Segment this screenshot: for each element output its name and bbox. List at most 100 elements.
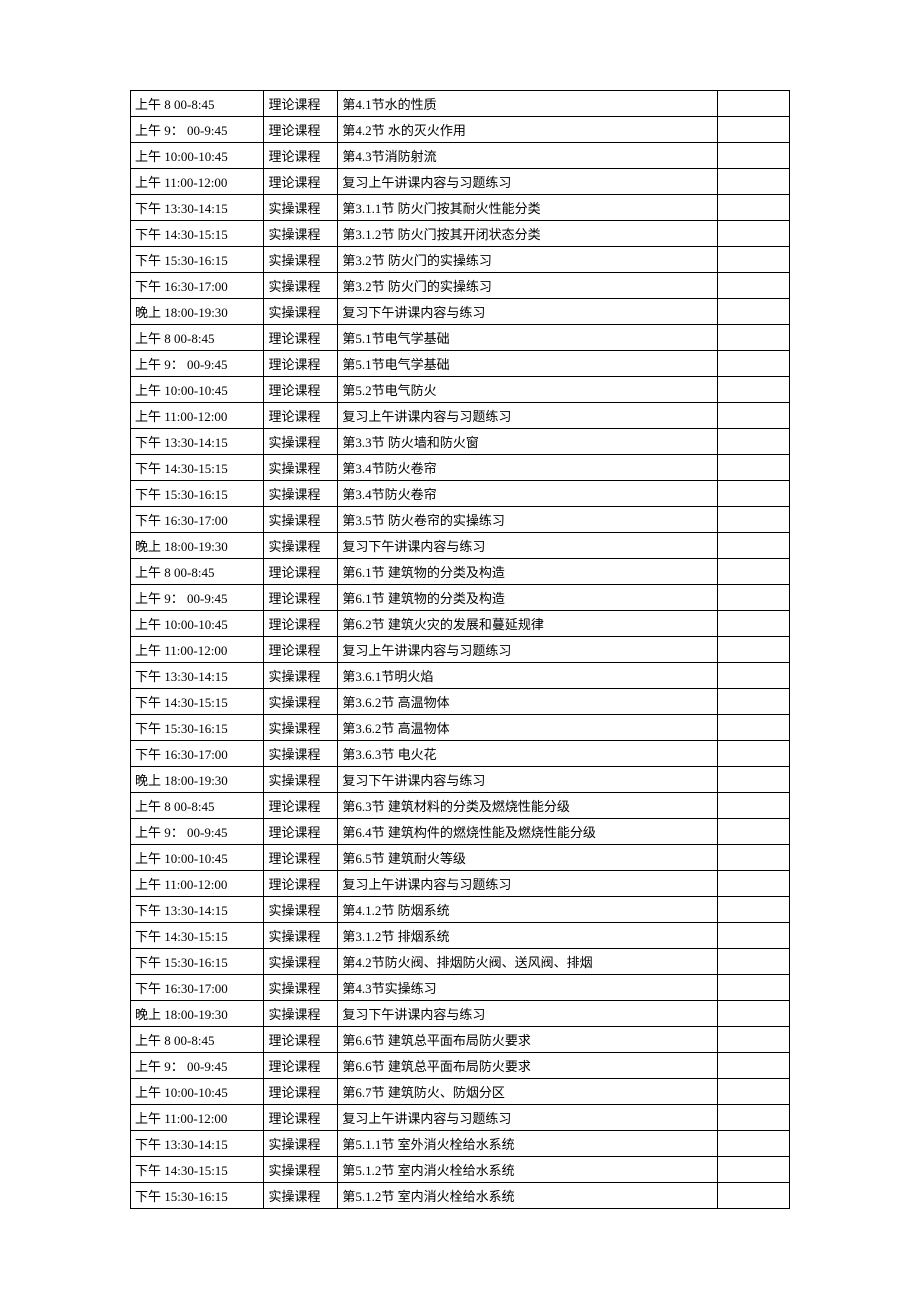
cell-empty (718, 533, 790, 559)
cell-time: 下午 14:30-15:15 (131, 221, 264, 247)
cell-type: 理论课程 (264, 143, 338, 169)
cell-time: 上午 9： 00-9:45 (131, 351, 264, 377)
cell-time: 上午 11:00-12:00 (131, 1105, 264, 1131)
table-row: 下午 13:30-14:15实操课程第3.3节 防火墙和防火窗 (131, 429, 790, 455)
cell-type: 理论课程 (264, 585, 338, 611)
cell-time: 上午 8 00-8:45 (131, 325, 264, 351)
cell-empty (718, 1027, 790, 1053)
cell-time: 上午 8 00-8:45 (131, 559, 264, 585)
cell-content: 第4.1.2节 防烟系统 (338, 897, 718, 923)
cell-empty (718, 455, 790, 481)
cell-time: 上午 8 00-8:45 (131, 793, 264, 819)
cell-content: 复习上午讲课内容与习题练习 (338, 403, 718, 429)
cell-content: 第6.3节 建筑材料的分类及燃烧性能分级 (338, 793, 718, 819)
cell-time: 下午 16:30-17:00 (131, 273, 264, 299)
cell-content: 第6.2节 建筑火灾的发展和蔓延规律 (338, 611, 718, 637)
cell-empty (718, 117, 790, 143)
table-row: 上午 10:00-10:45理论课程第6.7节 建筑防火、防烟分区 (131, 1079, 790, 1105)
schedule-table: 上午 8 00-8:45理论课程第4.1节水的性质上午 9： 00-9:45理论… (130, 90, 790, 1209)
cell-content: 第5.1.2节 室内消火栓给水系统 (338, 1157, 718, 1183)
table-row: 下午 14:30-15:15实操课程第3.6.2节 高温物体 (131, 689, 790, 715)
table-row: 下午 16:30-17:00实操课程第3.5节 防火卷帘的实操练习 (131, 507, 790, 533)
cell-content: 第3.1.1节 防火门按其耐火性能分类 (338, 195, 718, 221)
cell-time: 上午 10:00-10:45 (131, 143, 264, 169)
cell-type: 实操课程 (264, 975, 338, 1001)
table-row: 下午 13:30-14:15实操课程第4.1.2节 防烟系统 (131, 897, 790, 923)
cell-content: 复习上午讲课内容与习题练习 (338, 1105, 718, 1131)
cell-time: 上午 10:00-10:45 (131, 611, 264, 637)
cell-content: 第6.6节 建筑总平面布局防火要求 (338, 1053, 718, 1079)
cell-empty (718, 1001, 790, 1027)
cell-time: 下午 16:30-17:00 (131, 975, 264, 1001)
cell-type: 理论课程 (264, 1079, 338, 1105)
cell-time: 下午 14:30-15:15 (131, 923, 264, 949)
cell-type: 实操课程 (264, 1183, 338, 1209)
table-row: 下午 14:30-15:15实操课程第3.1.2节 排烟系统 (131, 923, 790, 949)
table-row: 上午 8 00-8:45理论课程第4.1节水的性质 (131, 91, 790, 117)
cell-empty (718, 923, 790, 949)
cell-empty (718, 741, 790, 767)
table-row: 晚上 18:00-19:30实操课程复习下午讲课内容与练习 (131, 533, 790, 559)
table-row: 上午 10:00-10:45理论课程第4.3节消防射流 (131, 143, 790, 169)
cell-empty (718, 91, 790, 117)
table-row: 下午 14:30-15:15实操课程第5.1.2节 室内消火栓给水系统 (131, 1157, 790, 1183)
cell-time: 下午 16:30-17:00 (131, 741, 264, 767)
table-row: 上午 9： 00-9:45理论课程第6.6节 建筑总平面布局防火要求 (131, 1053, 790, 1079)
cell-empty (718, 1183, 790, 1209)
cell-content: 第6.1节 建筑物的分类及构造 (338, 585, 718, 611)
cell-time: 上午 10:00-10:45 (131, 1079, 264, 1105)
cell-type: 理论课程 (264, 637, 338, 663)
table-row: 晚上 18:00-19:30实操课程复习下午讲课内容与练习 (131, 299, 790, 325)
cell-content: 第4.3节实操练习 (338, 975, 718, 1001)
cell-empty (718, 897, 790, 923)
cell-content: 第4.1节水的性质 (338, 91, 718, 117)
cell-empty (718, 1079, 790, 1105)
table-row: 下午 16:30-17:00实操课程第3.6.3节 电火花 (131, 741, 790, 767)
cell-time: 上午 10:00-10:45 (131, 377, 264, 403)
cell-content: 第3.3节 防火墙和防火窗 (338, 429, 718, 455)
cell-content: 第3.6.3节 电火花 (338, 741, 718, 767)
cell-time: 下午 13:30-14:15 (131, 897, 264, 923)
cell-type: 理论课程 (264, 1053, 338, 1079)
table-row: 晚上 18:00-19:30实操课程复习下午讲课内容与练习 (131, 1001, 790, 1027)
cell-empty (718, 403, 790, 429)
cell-time: 晚上 18:00-19:30 (131, 1001, 264, 1027)
cell-type: 理论课程 (264, 117, 338, 143)
cell-time: 下午 13:30-14:15 (131, 663, 264, 689)
cell-time: 下午 13:30-14:15 (131, 1131, 264, 1157)
cell-type: 理论课程 (264, 793, 338, 819)
table-row: 上午 9： 00-9:45理论课程第4.2节 水的灭火作用 (131, 117, 790, 143)
cell-empty (718, 325, 790, 351)
cell-content: 第3.2节 防火门的实操练习 (338, 247, 718, 273)
cell-type: 实操课程 (264, 507, 338, 533)
cell-type: 理论课程 (264, 377, 338, 403)
cell-content: 第3.4节防火卷帘 (338, 481, 718, 507)
cell-empty (718, 273, 790, 299)
cell-content: 第6.5节 建筑耐火等级 (338, 845, 718, 871)
cell-type: 实操课程 (264, 195, 338, 221)
cell-empty (718, 715, 790, 741)
table-row: 上午 10:00-10:45理论课程第6.5节 建筑耐火等级 (131, 845, 790, 871)
cell-content: 复习下午讲课内容与练习 (338, 533, 718, 559)
cell-time: 上午 8 00-8:45 (131, 1027, 264, 1053)
table-row: 下午 14:30-15:15实操课程第3.4节防火卷帘 (131, 455, 790, 481)
cell-content: 第5.1.1节 室外消火栓给水系统 (338, 1131, 718, 1157)
cell-time: 下午 15:30-16:15 (131, 247, 264, 273)
cell-empty (718, 351, 790, 377)
cell-content: 第3.1.2节 排烟系统 (338, 923, 718, 949)
cell-time: 上午 9： 00-9:45 (131, 117, 264, 143)
cell-empty (718, 949, 790, 975)
table-row: 上午 10:00-10:45理论课程第5.2节电气防火 (131, 377, 790, 403)
table-row: 上午 9： 00-9:45理论课程第5.1节电气学基础 (131, 351, 790, 377)
cell-type: 实操课程 (264, 429, 338, 455)
table-row: 下午 14:30-15:15实操课程第3.1.2节 防火门按其开闭状态分类 (131, 221, 790, 247)
table-row: 下午 15:30-16:15实操课程第4.2节防火阀、排烟防火阀、送风阀、排烟 (131, 949, 790, 975)
cell-time: 下午 14:30-15:15 (131, 1157, 264, 1183)
cell-empty (718, 507, 790, 533)
cell-content: 第4.3节消防射流 (338, 143, 718, 169)
cell-content: 第4.2节 水的灭火作用 (338, 117, 718, 143)
cell-empty (718, 871, 790, 897)
table-row: 下午 16:30-17:00实操课程第3.2节 防火门的实操练习 (131, 273, 790, 299)
cell-type: 理论课程 (264, 559, 338, 585)
cell-empty (718, 1105, 790, 1131)
